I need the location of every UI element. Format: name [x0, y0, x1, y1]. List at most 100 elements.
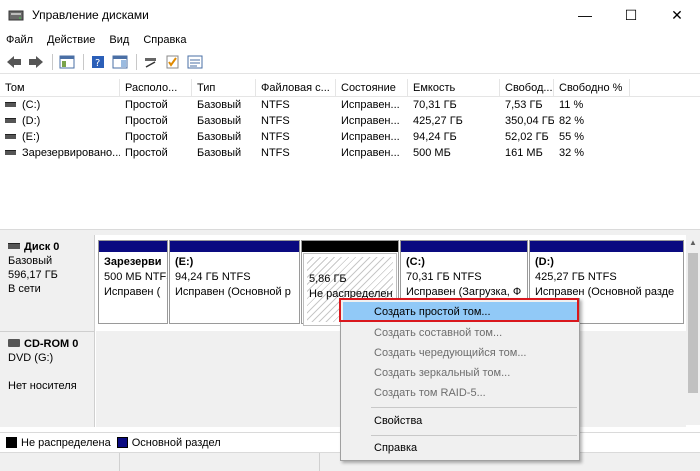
- cdrom-0-type: DVD (G:): [8, 352, 54, 364]
- menu-item-new-simple-volume[interactable]: Создать простой том...: [343, 302, 577, 322]
- scrollbar-thumb[interactable]: [688, 253, 698, 393]
- back-button[interactable]: [4, 53, 24, 71]
- vertical-scrollbar[interactable]: ▲: [686, 235, 700, 425]
- toolbar-separator: [83, 53, 84, 70]
- cell-percent-free: 32 %: [559, 147, 585, 159]
- show-hide-action-pane-button[interactable]: [110, 53, 130, 71]
- properties-button[interactable]: [185, 53, 205, 71]
- volume-icon: [5, 149, 16, 155]
- cell-free-space: 161 МБ: [505, 147, 543, 159]
- table-row[interactable]: (E:) Простой Базовый NTFS Исправен... 94,24 Г…: [0, 129, 700, 145]
- cell-type: Базовый: [197, 131, 242, 143]
- connect-button[interactable]: [141, 53, 161, 71]
- cell-volume: (E:): [0, 129, 120, 145]
- volume-list-body: (C:) Простой Базовый NTFS Исправен... 70,31 Г…: [0, 97, 700, 161]
- table-row[interactable]: (D:) Простой Базовый NTFS Исправен... 425,27 …: [0, 113, 700, 129]
- menu-bar: Файл Действие Вид Справка: [0, 30, 700, 50]
- cell-capacity: 500 МБ: [413, 147, 451, 159]
- column-header-free-space[interactable]: Свобод...: [500, 79, 554, 97]
- cell-status: Исправен...: [341, 115, 400, 127]
- column-header-file-system[interactable]: Файловая с...: [256, 79, 336, 97]
- maximize-icon: ☐: [624, 6, 638, 23]
- toolbar: ?: [0, 50, 700, 74]
- menu-item-help[interactable]: Справка: [343, 438, 577, 458]
- disk-0-size: 596,17 ГБ: [8, 269, 58, 281]
- menu-item-new-raid5-volume: Создать том RAID-5...: [374, 387, 486, 399]
- cell-percent-free: 11 %: [559, 99, 584, 111]
- minimize-button[interactable]: —: [562, 0, 608, 30]
- properties-icon: [187, 55, 203, 68]
- connect-icon: [145, 57, 156, 68]
- cell-file-system: NTFS: [261, 147, 290, 159]
- close-button[interactable]: ✕: [654, 0, 700, 30]
- disk-0-label[interactable]: Диск 0 Базовый 596,17 ГБ В сети: [0, 235, 95, 331]
- cell-file-system: NTFS: [261, 99, 290, 111]
- disk-0-type: Базовый: [8, 255, 53, 267]
- cell-free-space: 350,04 ГБ: [505, 115, 554, 127]
- column-header-type[interactable]: Тип: [192, 79, 256, 97]
- menu-item-properties[interactable]: Свойства: [343, 411, 577, 431]
- cell-layout: Простой: [125, 131, 168, 143]
- title-bar: Управление дисками — ☐ ✕: [0, 0, 700, 30]
- partition-name: (C:): [406, 256, 425, 268]
- primary-partition-bar: [530, 241, 683, 252]
- partition-name: (D:): [535, 256, 554, 268]
- check-button[interactable]: [163, 53, 183, 71]
- cell-layout: Простой: [125, 99, 168, 111]
- cell-type: Базовый: [197, 147, 242, 159]
- help-button[interactable]: ?: [88, 53, 108, 71]
- window-title: Управление дисками: [32, 8, 149, 22]
- status-cell: [0, 453, 120, 471]
- column-header-percent-free[interactable]: Свободно %: [554, 79, 630, 97]
- cd-drive-icon: [8, 339, 20, 348]
- menu-action[interactable]: Действие: [40, 30, 102, 50]
- partition-name: (E:): [175, 256, 194, 268]
- partition-reserved[interactable]: Зарезерви 500 МБ NTFS Исправен (: [98, 240, 168, 324]
- cdrom-0-name: CD-ROM 0: [24, 338, 79, 350]
- cell-free-space: 52,02 ГБ: [505, 131, 549, 143]
- unallocated-bar: [302, 241, 398, 252]
- table-row[interactable]: Зарезервировано... Простой Базовый NTFS Испр…: [0, 145, 700, 161]
- partition-size: 94,24 ГБ NTFS: [175, 271, 251, 283]
- cell-status: Исправен...: [341, 99, 400, 111]
- menu-item-new-striped-volume: Создать чередующийся том...: [374, 347, 527, 359]
- column-header-status[interactable]: Состояние: [336, 79, 408, 97]
- checklist-icon: [166, 55, 179, 68]
- menu-file[interactable]: Файл: [0, 30, 40, 50]
- partition-status: Исправен (Основной р: [175, 286, 291, 298]
- volume-name: (D:): [22, 115, 41, 127]
- primary-partition-swatch: [116, 437, 128, 448]
- menu-help[interactable]: Справка: [136, 30, 193, 50]
- cell-volume: (C:): [0, 97, 120, 113]
- svg-text:?: ?: [95, 58, 100, 69]
- primary-partition-bar: [170, 241, 299, 252]
- primary-partition-bar: [99, 241, 167, 252]
- cdrom-0-status: Нет носителя: [8, 380, 77, 392]
- show-hide-console-tree-button[interactable]: [57, 53, 77, 71]
- volume-icon: [5, 133, 16, 139]
- scroll-up-arrow-icon[interactable]: ▲: [686, 235, 700, 249]
- column-header-capacity[interactable]: Емкость: [408, 79, 500, 97]
- volume-name: Зарезервировано...: [22, 147, 120, 159]
- column-header-layout[interactable]: Располо...: [120, 79, 192, 97]
- partition-size: 425,27 ГБ NTFS: [535, 271, 617, 283]
- volume-name: (C:): [22, 99, 41, 111]
- cell-volume: Зарезервировано...: [0, 145, 120, 161]
- cell-free-space: 7,53 ГБ: [505, 99, 543, 111]
- table-row[interactable]: (C:) Простой Базовый NTFS Исправен... 70,31 Г…: [0, 97, 700, 113]
- disk-0-name: Диск 0: [24, 241, 60, 253]
- menu-view[interactable]: Вид: [102, 30, 136, 50]
- action-pane-icon: [112, 55, 128, 68]
- cell-file-system: NTFS: [261, 115, 290, 127]
- column-header-volume[interactable]: Том: [0, 79, 120, 97]
- cdrom-0-label[interactable]: CD-ROM 0 DVD (G:) Нет носителя: [0, 331, 95, 427]
- forward-button[interactable]: [26, 53, 46, 71]
- toolbar-separator: [136, 53, 137, 70]
- cell-capacity: 70,31 ГБ: [413, 99, 457, 111]
- cell-status: Исправен...: [341, 147, 400, 159]
- maximize-button[interactable]: ☐: [608, 0, 654, 30]
- partition-e[interactable]: (E:) 94,24 ГБ NTFS Исправен (Основной р: [169, 240, 300, 324]
- cell-capacity: 94,24 ГБ: [413, 131, 457, 143]
- cell-percent-free: 55 %: [559, 131, 585, 143]
- volume-list-header: Том Располо... Тип Файловая с... Состоян…: [0, 79, 700, 97]
